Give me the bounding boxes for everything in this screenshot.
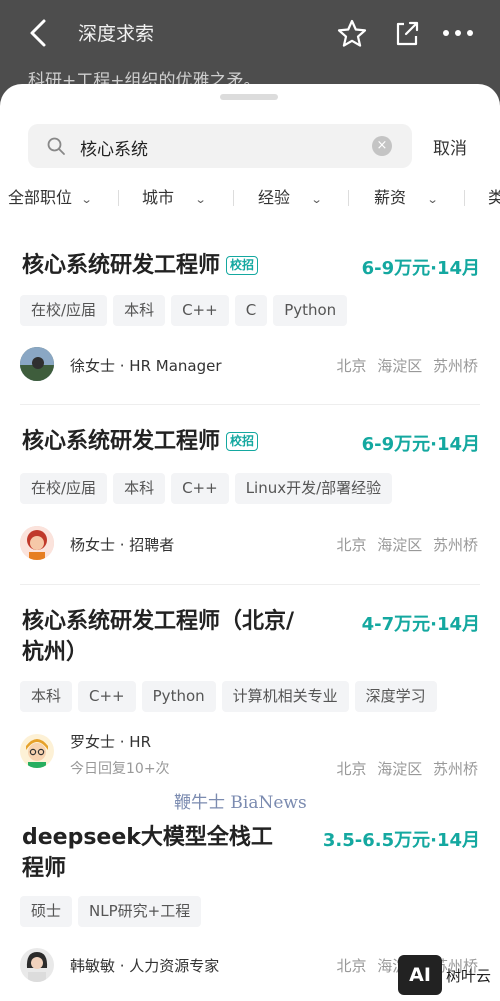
job-tag: 本科 [113,295,166,326]
filter-all-positions[interactable]: 全部职位 ⌄ [8,184,93,208]
job-tag: 在校/应届 [20,473,108,504]
filter-label: 城市 [142,188,175,207]
recruiter-name: 罗女士 · HR [70,733,152,751]
filter-divider [348,190,349,206]
card-divider [20,584,480,585]
filter-label: 经验 [258,188,291,207]
recruiter-name: 徐女士 · HR Manager [70,357,222,375]
filter-divider [233,190,234,206]
job-title-line: 核心系统研发工程师（北京/ [22,609,295,634]
job-tag: 计算机相关专业 [221,681,349,712]
job-tag: C [234,295,268,326]
filter-label: 类 [488,188,500,207]
search-input[interactable]: 核心系统 [80,135,148,160]
job-location: 北京 海淀区 苏州桥 [336,357,478,375]
back-arrow-icon[interactable] [26,18,52,48]
job-tag: Python [273,295,348,326]
recruiter-avatar[interactable] [20,948,54,982]
chevron-down-icon: ⌄ [426,193,439,206]
recruiter-avatar[interactable] [20,526,54,560]
salary: 4-7万元·14月 [361,614,480,635]
job-tag: Python [141,681,216,712]
recruiter-name: 韩敏敏 · 人力资源专家 [70,957,220,975]
job-tag: C++ [171,295,229,326]
job-card[interactable]: 核心系统研发工程师 校招 6-9万元·14月 在校/应届 本科 C++ Linux开发/… [0,424,500,582]
filter-experience[interactable]: 经验 ⌄ [258,184,323,208]
filter-salary[interactable]: 薪资 ⌄ [374,184,439,208]
search-sheet: 核心系统 × 取消 全部职位 ⌄ 城市 ⌄ 经验 ⌄ 薪资 ⌄ 类 核心系统研发工程师校… [0,84,500,1001]
campus-recruit-badge: 校招 [226,256,259,275]
ai-logo-icon: AI [398,955,442,995]
filter-divider [464,190,465,206]
avatar-photo-icon [20,347,54,381]
reply-rate: 今日回复10+次 [70,761,170,777]
recruiter-name: 杨女士 · 招聘者 [70,536,175,554]
sheet-grab-handle[interactable] [220,94,278,100]
card-divider [20,404,480,405]
salary: 6-9万元·14月 [361,258,480,279]
filter-label: 全部职位 [8,188,73,207]
job-card[interactable]: 核心系统研发工程师（北京/ 杭州） 4-7万元·14月 本科 C++ Python 计… [0,602,500,782]
filter-city[interactable]: 城市 ⌄ [142,184,207,208]
chevron-down-icon: ⌄ [80,193,93,206]
job-tag: 本科 [20,681,73,712]
avatar-cartoon-icon [20,526,54,560]
job-tag: 深度学习 [354,681,437,712]
filter-bar: 全部职位 ⌄ 城市 ⌄ 经验 ⌄ 薪资 ⌄ 类 [0,184,500,210]
job-title-line: 杭州） [22,640,89,665]
bianews-watermark: 鞭牛士 BiaNews [174,793,307,813]
search-icon [47,137,65,155]
filter-category[interactable]: 类 [488,184,500,208]
filter-label: 薪资 [374,188,407,207]
job-title[interactable]: 核心系统研发工程师 校招 [22,250,259,281]
job-tags: 在校/应届 本科 C++ C Python [20,295,353,326]
job-title-text: 核心系统研发工程师 [22,429,221,454]
page-title: 深度求索 [78,23,155,45]
avatar-photo-icon [20,948,54,982]
recruiter-avatar[interactable] [20,734,54,768]
chevron-down-icon: ⌄ [310,193,323,206]
salary: 6-9万元·14月 [361,434,480,455]
job-tag: 在校/应届 [20,295,108,326]
job-card[interactable]: 核心系统研发工程师 校招 6-9万元·14月 在校/应届 本科 C++ C Python … [0,244,500,404]
chevron-down-icon: ⌄ [194,193,207,206]
salary: 3.5-6.5万元·14月 [322,830,480,851]
campus-recruit-badge: 校招 [226,432,259,451]
job-location: 北京 海淀区 苏州桥 [336,536,478,554]
job-title-line: 程师 [22,856,67,881]
job-title[interactable]: 核心系统研发工程师 校招 [22,426,259,457]
cancel-button[interactable]: 取消 [433,134,467,159]
job-tag: NLP研究+工程 [78,896,202,927]
filter-divider [118,190,119,206]
clear-search-icon[interactable]: × [372,136,392,156]
job-tag: 硕士 [20,896,73,927]
job-tags: 本科 C++ Python 计算机相关专业 深度学习 [20,681,443,712]
job-tag: C++ [171,473,229,504]
avatar-cartoon-icon [20,734,54,768]
ai-watermark: AI 树叶云 [398,955,500,1001]
job-tag: Linux开发/部署经验 [234,473,393,504]
job-title[interactable]: 核心系统研发工程师（北京/ 杭州） [22,606,342,668]
ai-watermark-text: 树叶云 [446,967,492,985]
search-box[interactable]: 核心系统 × [28,124,412,168]
job-tag: 本科 [113,473,166,504]
job-location: 北京 海淀区 苏州桥 [336,760,478,778]
job-title-text: 核心系统研发工程师 [22,253,221,278]
more-options-icon[interactable] [441,20,475,46]
share-icon[interactable] [392,18,422,48]
job-title-line: deepseek大模型全栈工 [22,825,273,850]
star-icon[interactable] [336,18,368,50]
job-title[interactable]: deepseek大模型全栈工 程师 [22,822,312,884]
job-tag: C++ [78,681,136,712]
job-tags: 在校/应届 本科 C++ Linux开发/部署经验 [20,473,398,504]
recruiter-avatar[interactable] [20,347,54,381]
job-tags: 硕士 NLP研究+工程 [20,896,207,927]
